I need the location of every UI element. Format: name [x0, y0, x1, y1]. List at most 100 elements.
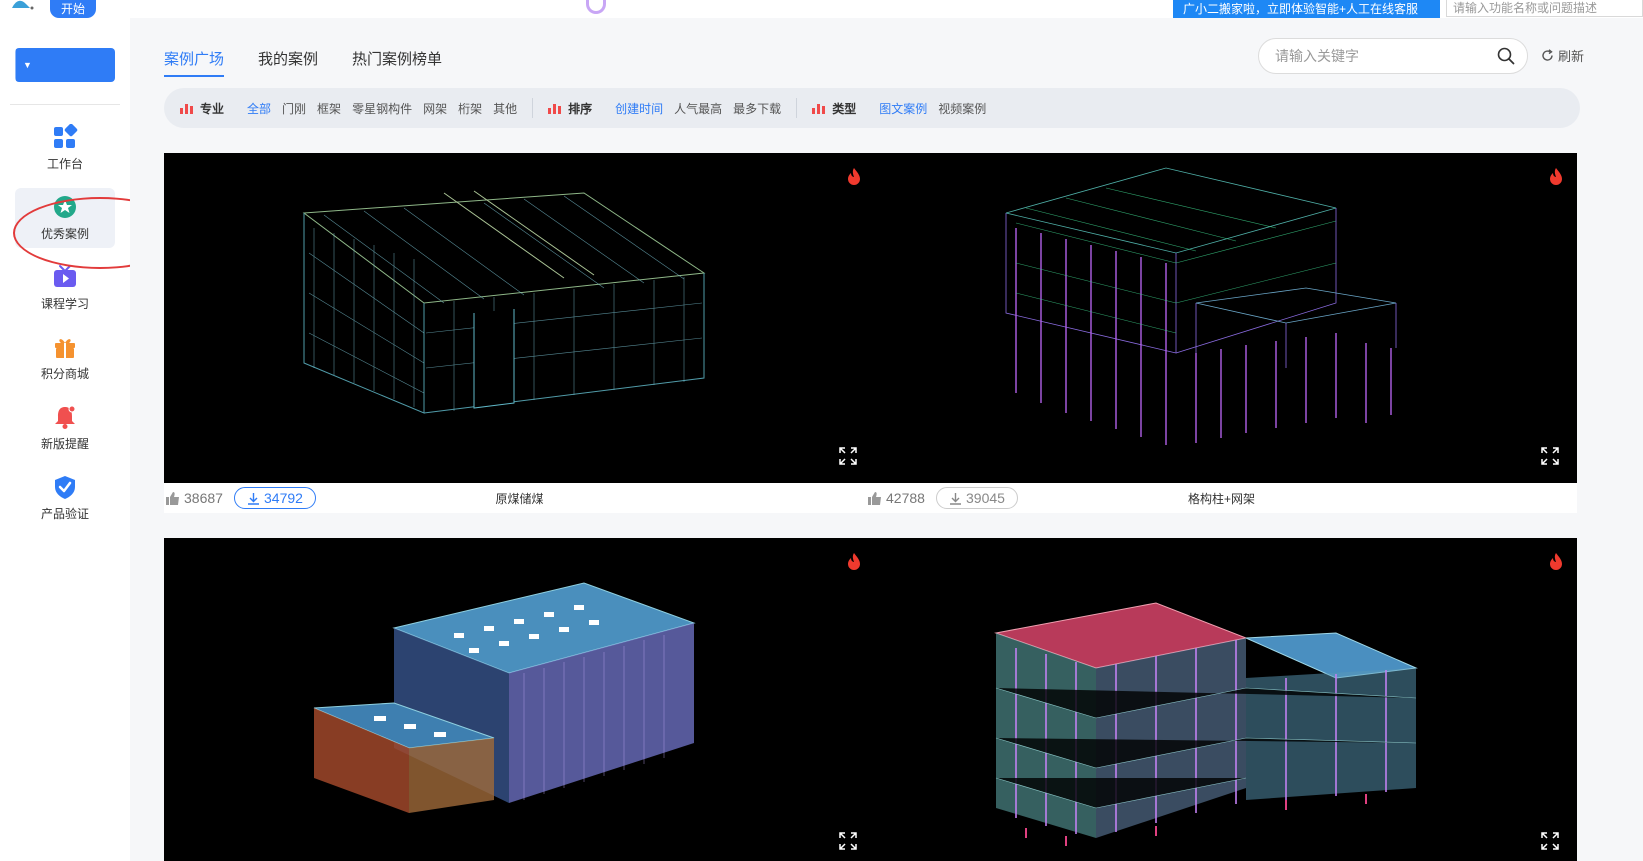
filter-bar: 专业 全部 门刚 框架 零星钢构件 网架 桁架 其他 排序 创建时间 人气最高 …	[164, 88, 1580, 128]
case-thumbnail[interactable]	[866, 153, 1577, 483]
filter-sort-head: 排序	[548, 100, 592, 117]
case-meta: 42788 39045 格构柱+网架	[866, 483, 1577, 513]
expand-icon[interactable]	[839, 447, 857, 465]
filter-option-portal-frame[interactable]: 门刚	[282, 100, 306, 117]
refresh-button[interactable]: 刷新	[1541, 46, 1584, 65]
new-button-group: + 新建 ▼	[15, 48, 1643, 100]
model-render-image	[994, 602, 1418, 846]
hot-fire-icon	[1550, 553, 1562, 570]
like-count[interactable]: 38687	[166, 490, 230, 506]
filter-option-misc-steel[interactable]: 零星钢构件	[352, 100, 412, 117]
hot-fire-icon	[1550, 168, 1562, 185]
refresh-label: 刷新	[1558, 49, 1585, 64]
filter-bars-icon	[548, 104, 562, 114]
case-thumbnail[interactable]	[866, 538, 1577, 861]
hot-fire-icon	[848, 553, 860, 570]
filter-option-space-frame[interactable]: 网架	[423, 100, 447, 117]
filter-discipline-head: 专业	[180, 100, 224, 117]
filter-option-all[interactable]: 全部	[247, 100, 271, 117]
keyword-search-box	[1258, 38, 1528, 74]
like-count[interactable]: 42788	[868, 490, 932, 506]
like-count-value: 42788	[886, 490, 925, 506]
sidebar-nav: 工作台 优秀案例 课程学习 积分商城 新版提醒 产品验证	[0, 118, 130, 538]
grid-icon	[54, 124, 78, 148]
sidebar-item-cases[interactable]: 优秀案例	[15, 188, 115, 248]
function-search-input[interactable]	[1446, 0, 1643, 17]
hot-fire-icon	[848, 168, 860, 185]
thumbs-up-icon	[166, 491, 179, 505]
sidebar-item-label: 积分商城	[40, 367, 89, 381]
sort-option-created[interactable]: 创建时间	[615, 100, 663, 117]
sort-option-downloads[interactable]: 最多下载	[733, 100, 781, 117]
sidebar-item-label: 新版提醒	[40, 437, 89, 451]
bell-icon	[55, 405, 76, 429]
refresh-icon	[1542, 49, 1553, 61]
sidebar-divider	[10, 104, 120, 105]
sidebar-item-workbench[interactable]: 工作台	[15, 118, 115, 178]
filter-option-other[interactable]: 其他	[493, 100, 517, 117]
sidebar-item-points-mall[interactable]: 积分商城	[15, 328, 115, 388]
case-card[interactable]	[866, 538, 1577, 861]
case-card[interactable]: 42788 39045 格构柱+网架	[866, 153, 1577, 513]
sidebar-item-label: 课程学习	[40, 297, 89, 311]
keyword-search-input[interactable]	[1275, 48, 1497, 64]
tv-icon	[54, 265, 76, 287]
download-icon	[950, 492, 961, 505]
tab-hot-ranking[interactable]: 热门案例榜单	[352, 48, 442, 77]
search-icon[interactable]	[1497, 47, 1515, 65]
filter-sort: 排序 创建时间 人气最高 最多下载	[548, 100, 781, 117]
gift-icon	[55, 339, 75, 358]
case-thumbnail[interactable]	[164, 538, 875, 861]
filter-option-truss[interactable]: 桁架	[458, 100, 482, 117]
shield-check-icon	[55, 476, 75, 499]
filter-discipline-label: 专业	[200, 101, 225, 116]
model-render-image	[1005, 167, 1397, 445]
sort-option-popular[interactable]: 人气最高	[674, 100, 722, 117]
download-icon	[248, 492, 259, 505]
caret-down-icon: ▼	[23, 60, 32, 70]
sidebar: + 新建 ▼ 工作台 优秀案例	[0, 18, 1643, 861]
model-render-image	[313, 582, 696, 813]
filter-type: 类型 图文案例 视频案例	[812, 100, 986, 117]
filter-bars-icon	[812, 104, 826, 114]
case-card[interactable]	[164, 538, 875, 861]
expand-icon[interactable]	[839, 832, 857, 850]
sidebar-item-release-notes[interactable]: 新版提醒	[15, 398, 115, 458]
case-card[interactable]: 38687 34792 原煤储煤	[164, 153, 875, 513]
download-count: 39045	[966, 490, 1005, 506]
download-button[interactable]: 34792	[234, 487, 316, 509]
case-meta: 38687 34792 原煤储煤	[164, 483, 875, 513]
sidebar-item-label: 优秀案例	[40, 227, 89, 241]
main-content: 案例广场 我的案例 热门案例榜单 刷新 专业 全部 门刚 框架 零星钢	[130, 18, 1643, 861]
star-badge-icon	[54, 196, 76, 218]
tab-my-cases[interactable]: 我的案例	[258, 48, 318, 77]
type-option-video[interactable]: 视频案例	[938, 100, 986, 117]
filter-sort-label: 排序	[568, 101, 593, 116]
top-bar: 开始 广小二搬家啦，立即体验智能+人工在线客服	[0, 0, 1643, 24]
like-count-value: 38687	[184, 490, 223, 506]
app-logo-icon	[12, 0, 34, 10]
filter-option-frame[interactable]: 框架	[317, 100, 341, 117]
thumbs-up-icon	[868, 491, 881, 505]
filter-type-label: 类型	[832, 101, 857, 116]
tab-case-plaza[interactable]: 案例广场	[164, 48, 225, 77]
start-button[interactable]: 开始	[50, 0, 97, 18]
new-dropdown-button[interactable]: ▼	[15, 48, 39, 82]
expand-icon[interactable]	[1541, 832, 1559, 850]
filter-bars-icon	[180, 104, 193, 114]
type-option-image-text[interactable]: 图文案例	[879, 100, 927, 117]
filter-type-head: 类型	[812, 100, 856, 117]
expand-icon[interactable]	[1541, 447, 1559, 465]
model-render-image	[302, 190, 706, 414]
case-thumbnail[interactable]	[164, 153, 875, 483]
download-count: 34792	[264, 490, 303, 506]
sidebar-item-label: 工作台	[46, 157, 83, 171]
sidebar-item-verification[interactable]: 产品验证	[15, 468, 115, 528]
download-button[interactable]: 39045	[936, 487, 1018, 509]
filter-discipline: 专业 全部 门刚 框架 零星钢构件 网架 桁架 其他	[180, 100, 517, 117]
filter-separator	[796, 98, 798, 118]
case-tabs: 案例广场 我的案例 热门案例榜单	[164, 48, 442, 77]
filter-separator	[532, 98, 534, 118]
sidebar-item-label: 产品验证	[40, 507, 89, 521]
sidebar-item-courses[interactable]: 课程学习	[15, 258, 115, 318]
